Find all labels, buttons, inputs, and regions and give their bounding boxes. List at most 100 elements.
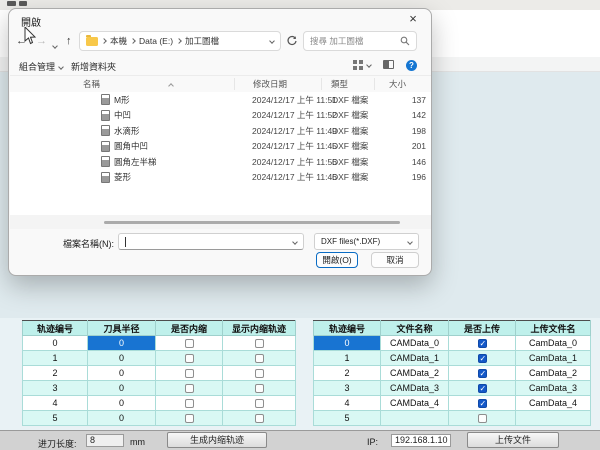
view-mode-button[interactable] [353, 60, 371, 70]
cell-tool-radius[interactable]: 0 [88, 336, 156, 351]
cell-file-name[interactable]: CAMData_2 [381, 366, 449, 381]
cell-track-number[interactable]: 3 [314, 381, 381, 396]
cell-tool-radius[interactable]: 0 [88, 351, 156, 366]
cell-inset-checkbox[interactable] [185, 369, 194, 378]
cell-upload-file-name[interactable]: CamData_4 [516, 396, 591, 411]
new-folder-button[interactable]: 新增資料夾 [71, 60, 116, 73]
cell-show-inset-track-checkbox[interactable] [255, 399, 264, 408]
search-input[interactable]: 搜尋 加工圖檔 [303, 31, 417, 51]
cell-file-name[interactable]: CAMData_1 [381, 351, 449, 366]
breadcrumb-item-drive[interactable]: Data (E:) [139, 36, 173, 46]
cell-upload-checkbox[interactable] [478, 354, 487, 363]
filetype-select[interactable]: DXF files(*.DXF) [314, 233, 419, 250]
cell-upload-checkbox[interactable] [478, 369, 487, 378]
cell-tool-radius[interactable]: 0 [88, 381, 156, 396]
cell-upload [449, 366, 516, 381]
cell-track-number[interactable]: 3 [23, 381, 88, 396]
column-header-size[interactable]: 大小 [389, 78, 406, 90]
cell-upload [449, 336, 516, 351]
close-icon[interactable]: × [406, 11, 420, 26]
cell-track-number[interactable]: 4 [23, 396, 88, 411]
ip-input[interactable]: 192.168.1.10 [391, 434, 451, 447]
file-row[interactable]: 水滴形2024/12/17 上午 11:49DXF 檔案198 [10, 123, 431, 139]
file-size: 198 [386, 126, 426, 136]
breadcrumb[interactable]: 本機 Data (E:) 加工圖檔 [79, 31, 281, 51]
filename-dropdown-icon[interactable] [292, 239, 298, 245]
divider [321, 78, 322, 90]
cell-file-name[interactable]: CAMData_4 [381, 396, 449, 411]
cell-track-number[interactable]: 2 [23, 366, 88, 381]
breadcrumb-separator-icon [101, 38, 107, 44]
cell-track-number[interactable]: 0 [314, 336, 381, 351]
cell-upload-file-name[interactable]: CamData_0 [516, 336, 591, 351]
address-dropdown-icon[interactable] [269, 38, 275, 44]
cell-file-name[interactable]: CAMData_0 [381, 336, 449, 351]
horizontal-scrollbar[interactable] [10, 215, 431, 229]
cell-upload-file-name[interactable]: CamData_1 [516, 351, 591, 366]
cell-track-number[interactable]: 2 [314, 366, 381, 381]
breadcrumb-item-this-pc[interactable]: 本機 [110, 35, 127, 47]
scrollbar-thumb[interactable] [104, 221, 400, 224]
table-row: 2CAMData_2 CamData_2 [314, 366, 591, 381]
filename-label: 檔案名稱(N): [29, 237, 114, 250]
cell-inset-checkbox[interactable] [185, 339, 194, 348]
cell-upload-file-name[interactable] [516, 411, 591, 426]
file-row[interactable]: M形2024/12/17 上午 11:51DXF 檔案137 [10, 92, 431, 108]
file-type: DXF 檔案 [332, 156, 368, 168]
cell-show-inset-track [223, 336, 296, 351]
file-row[interactable]: 圓角左半梯2024/12/17 上午 11:56DXF 檔案146 [10, 154, 431, 170]
file-row[interactable]: 中凹2024/12/17 上午 11:52DXF 檔案142 [10, 108, 431, 124]
generate-inset-track-button[interactable]: 生成内缩轨迹 [167, 432, 267, 448]
cell-tool-radius[interactable]: 0 [88, 366, 156, 381]
cell-upload-checkbox[interactable] [478, 339, 487, 348]
cell-file-name[interactable] [381, 411, 449, 426]
cell-upload-file-name[interactable]: CamData_3 [516, 381, 591, 396]
cell-inset-checkbox[interactable] [185, 384, 194, 393]
refresh-icon[interactable] [286, 35, 298, 47]
cell-track-number[interactable]: 4 [314, 396, 381, 411]
file-row[interactable]: 菱形2024/12/17 上午 11:46DXF 檔案196 [10, 170, 431, 186]
column-header: 显示内缩轨迹 [223, 321, 296, 336]
column-header-name[interactable]: 名稱 [83, 78, 100, 90]
feed-length-input[interactable]: 8 [86, 434, 124, 447]
cell-inset [156, 351, 223, 366]
up-icon[interactable]: ↑ [66, 35, 72, 47]
file-name: 中凹 [114, 109, 131, 121]
upload-file-button[interactable]: 上传文件 [467, 432, 559, 448]
cell-upload-file-name[interactable]: CamData_2 [516, 366, 591, 381]
cell-upload-checkbox[interactable] [478, 399, 487, 408]
file-row[interactable]: 圓角中凹2024/12/17 上午 11:45DXF 檔案201 [10, 139, 431, 155]
cell-show-inset-track-checkbox[interactable] [255, 354, 264, 363]
cell-inset-checkbox[interactable] [185, 414, 194, 423]
feed-unit-label: mm [130, 437, 145, 447]
cell-upload-checkbox[interactable] [478, 414, 487, 423]
breadcrumb-item-folder[interactable]: 加工圖檔 [185, 35, 219, 47]
preview-pane-toggle[interactable] [383, 60, 394, 69]
cell-inset-checkbox[interactable] [185, 399, 194, 408]
help-button[interactable]: ? [406, 60, 417, 71]
cell-inset-checkbox[interactable] [185, 354, 194, 363]
cell-show-inset-track-checkbox[interactable] [255, 369, 264, 378]
cell-track-number[interactable]: 5 [314, 411, 381, 426]
organize-menu[interactable]: 組合管理 [19, 60, 63, 73]
cell-track-number[interactable]: 5 [23, 411, 88, 426]
open-button[interactable]: 開啟(O) [316, 252, 358, 268]
cell-track-number[interactable]: 1 [23, 351, 88, 366]
recent-locations-icon[interactable] [53, 40, 57, 50]
cell-show-inset-track-checkbox[interactable] [255, 384, 264, 393]
cell-tool-radius[interactable]: 0 [88, 396, 156, 411]
cell-show-inset-track-checkbox[interactable] [255, 339, 264, 348]
cell-show-inset-track [223, 411, 296, 426]
column-header-type[interactable]: 類型 [331, 78, 348, 90]
filename-input[interactable] [118, 233, 304, 250]
column-header-date[interactable]: 修改日期 [253, 78, 287, 90]
cell-track-number[interactable]: 1 [314, 351, 381, 366]
cell-tool-radius[interactable]: 0 [88, 411, 156, 426]
cell-upload-checkbox[interactable] [478, 384, 487, 393]
cell-show-inset-track-checkbox[interactable] [255, 414, 264, 423]
forward-icon[interactable]: → [36, 35, 47, 47]
cell-file-name[interactable]: CAMData_3 [381, 381, 449, 396]
cell-inset [156, 381, 223, 396]
cancel-button[interactable]: 取消 [371, 252, 419, 268]
cell-track-number[interactable]: 0 [23, 336, 88, 351]
